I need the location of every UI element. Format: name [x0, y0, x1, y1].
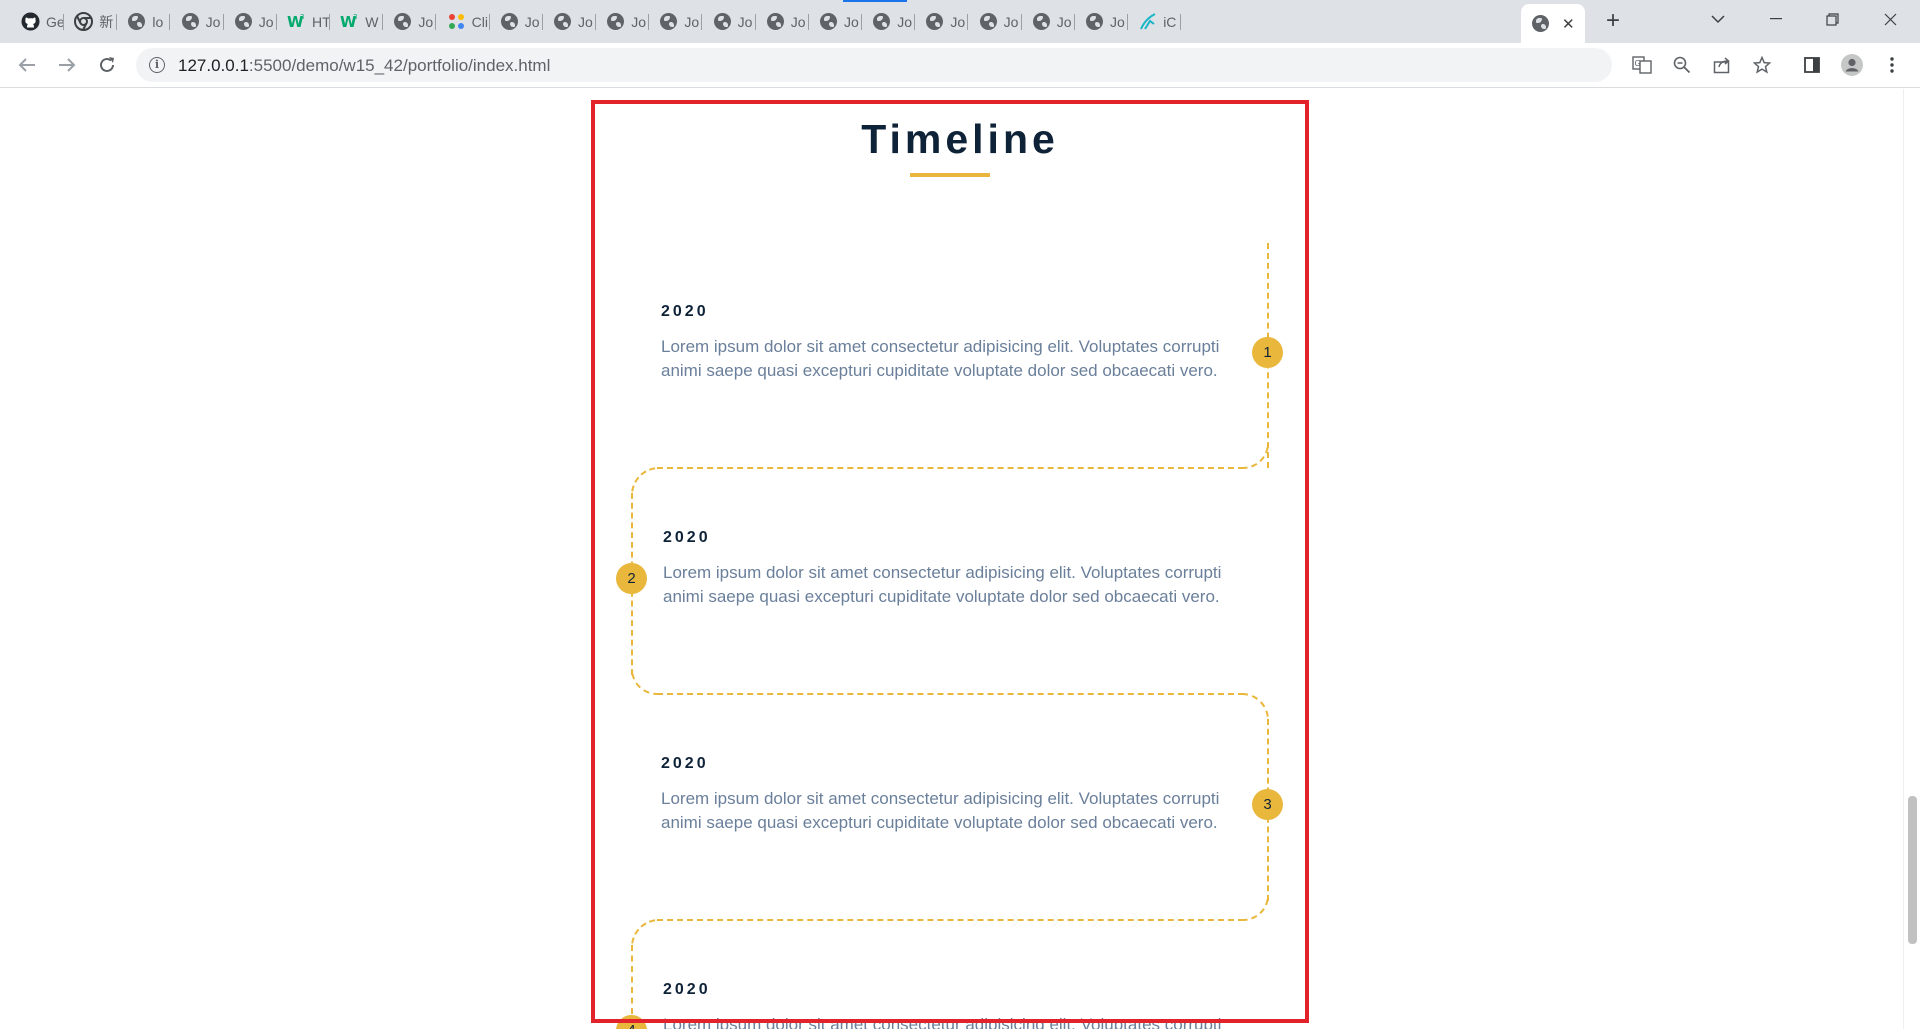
globe-icon	[1531, 14, 1550, 33]
globe-icon	[393, 12, 412, 31]
globe-icon	[181, 12, 200, 31]
browser-tab[interactable]: Jo	[1022, 6, 1075, 37]
browser-tab[interactable]: Jo	[915, 6, 969, 37]
tab-strip: Ge 新 lo Jo Jo W 3 HT W 3 W Jo Cli Jo Jo Jo Jo Jo Jo Jo Jo Jo J…	[0, 0, 1920, 43]
tab-title: Jo	[418, 13, 434, 30]
tab-title: Jo	[578, 13, 593, 30]
globe-icon	[713, 12, 732, 31]
globe-icon	[127, 12, 146, 31]
browser-tab[interactable]: Ge	[11, 6, 64, 37]
tab-title: W	[365, 13, 379, 30]
tab-title: Jo	[1110, 13, 1125, 30]
w3schools-icon: W3	[287, 12, 306, 31]
new-tab-button[interactable]: +	[1599, 8, 1627, 36]
browser-tab[interactable]: Jo	[969, 6, 1022, 37]
globe-icon	[659, 12, 678, 31]
tab-title: Jo	[897, 13, 912, 30]
tab-title: Jo	[1056, 13, 1072, 30]
share-icon[interactable]	[1706, 49, 1738, 81]
browser-tab[interactable]: Jo	[862, 6, 916, 37]
svg-text:G: G	[1635, 59, 1641, 68]
tab-title: lo	[152, 13, 164, 30]
restore-icon[interactable]	[1804, 0, 1860, 38]
globe-icon	[500, 12, 519, 31]
icomoon-icon	[1138, 12, 1157, 31]
translate-icon[interactable]: G	[1626, 49, 1658, 81]
highlight-frame	[591, 100, 1309, 1023]
tab-title: 新	[99, 13, 114, 30]
browser-tab[interactable]: Jo	[543, 6, 596, 37]
browser-tab[interactable]: Jo	[809, 6, 862, 37]
side-panel-icon[interactable]	[1796, 49, 1828, 81]
page-viewport: Timeline 1 2 3 4 2020 Lorem ipsum dolor …	[0, 89, 1920, 1029]
github-icon	[21, 12, 40, 31]
tab-title: Jo	[737, 13, 753, 30]
globe-icon	[819, 12, 838, 31]
tab-title: Ge	[46, 13, 64, 30]
loading-indicator	[843, 0, 907, 2]
globe-icon	[766, 12, 785, 31]
browser-tab[interactable]: Jo	[490, 6, 543, 37]
browser-tab[interactable]: Jo	[383, 6, 437, 37]
minimize-icon[interactable]	[1748, 0, 1804, 38]
tab-title: Jo	[1003, 13, 1019, 30]
globe-icon	[872, 12, 891, 31]
browser-tab[interactable]: Jo	[596, 6, 650, 37]
url-text[interactable]: 127.0.0.1:5500/demo/w15_42/portfolio/ind…	[178, 56, 550, 76]
globe-icon	[234, 12, 253, 31]
tab-search-icon[interactable]	[1690, 0, 1746, 38]
tab-title: Jo	[205, 13, 221, 30]
close-tab-icon[interactable]: ✕	[1562, 15, 1575, 33]
browser-tab[interactable]: lo	[117, 6, 171, 37]
browser-tab[interactable]: Jo	[224, 6, 277, 37]
browser-tab[interactable]: Cli	[437, 6, 490, 37]
browser-tab[interactable]: 新	[64, 6, 118, 37]
tab-title: Jo	[258, 13, 274, 30]
browser-toolbar: i 127.0.0.1:5500/demo/w15_42/portfolio/i…	[0, 43, 1920, 88]
menu-icon[interactable]	[1876, 49, 1908, 81]
tab-separator	[1180, 14, 1182, 30]
colorful-dots-icon	[447, 12, 466, 31]
browser-tab[interactable]: Jo	[703, 6, 756, 37]
bookmark-star-icon[interactable]	[1746, 49, 1778, 81]
chrome-icon	[74, 12, 94, 31]
tab-title: HT	[312, 13, 330, 30]
globe-icon	[553, 12, 572, 31]
tab-active[interactable]: ✕	[1521, 4, 1585, 43]
globe-icon	[1085, 12, 1104, 31]
tab-title: Jo	[844, 13, 859, 30]
globe-icon	[606, 12, 625, 31]
tab-title: Jo	[684, 13, 700, 30]
browser-tab[interactable]: Jo	[1075, 6, 1128, 37]
browser-tab[interactable]: iC	[1128, 6, 1182, 37]
zoom-icon[interactable]	[1666, 49, 1698, 81]
w3schools-icon: W3	[340, 12, 359, 31]
address-bar[interactable]: i 127.0.0.1:5500/demo/w15_42/portfolio/i…	[136, 48, 1612, 82]
page-scrollbar[interactable]	[1903, 89, 1920, 1029]
svg-text:3: 3	[353, 13, 357, 21]
tab-title: Jo	[524, 13, 540, 30]
browser-tab[interactable]: W3 W	[330, 6, 384, 37]
tab-title: Jo	[950, 13, 966, 30]
tab-title: Cli	[471, 13, 488, 30]
profile-avatar-icon[interactable]	[1836, 49, 1868, 81]
browser-tab[interactable]: Jo	[171, 6, 224, 37]
browser-tab[interactable]: Jo	[756, 6, 809, 37]
browser-tab[interactable]: W 3 HT	[277, 6, 330, 37]
globe-icon	[1032, 12, 1051, 31]
tab-title: Jo	[631, 13, 646, 30]
forward-icon[interactable]	[51, 49, 83, 81]
scrollbar-thumb[interactable]	[1908, 796, 1917, 944]
globe-icon	[979, 12, 998, 31]
reload-icon[interactable]	[91, 49, 123, 81]
site-info-icon[interactable]: i	[149, 57, 165, 73]
browser-tab[interactable]: Jo	[649, 6, 703, 37]
tab-title: iC	[1163, 13, 1177, 30]
svg-text:3: 3	[300, 13, 304, 21]
back-icon[interactable]	[11, 49, 43, 81]
globe-icon	[925, 12, 944, 31]
tab-title: Jo	[790, 13, 806, 30]
close-window-icon[interactable]	[1862, 0, 1918, 38]
